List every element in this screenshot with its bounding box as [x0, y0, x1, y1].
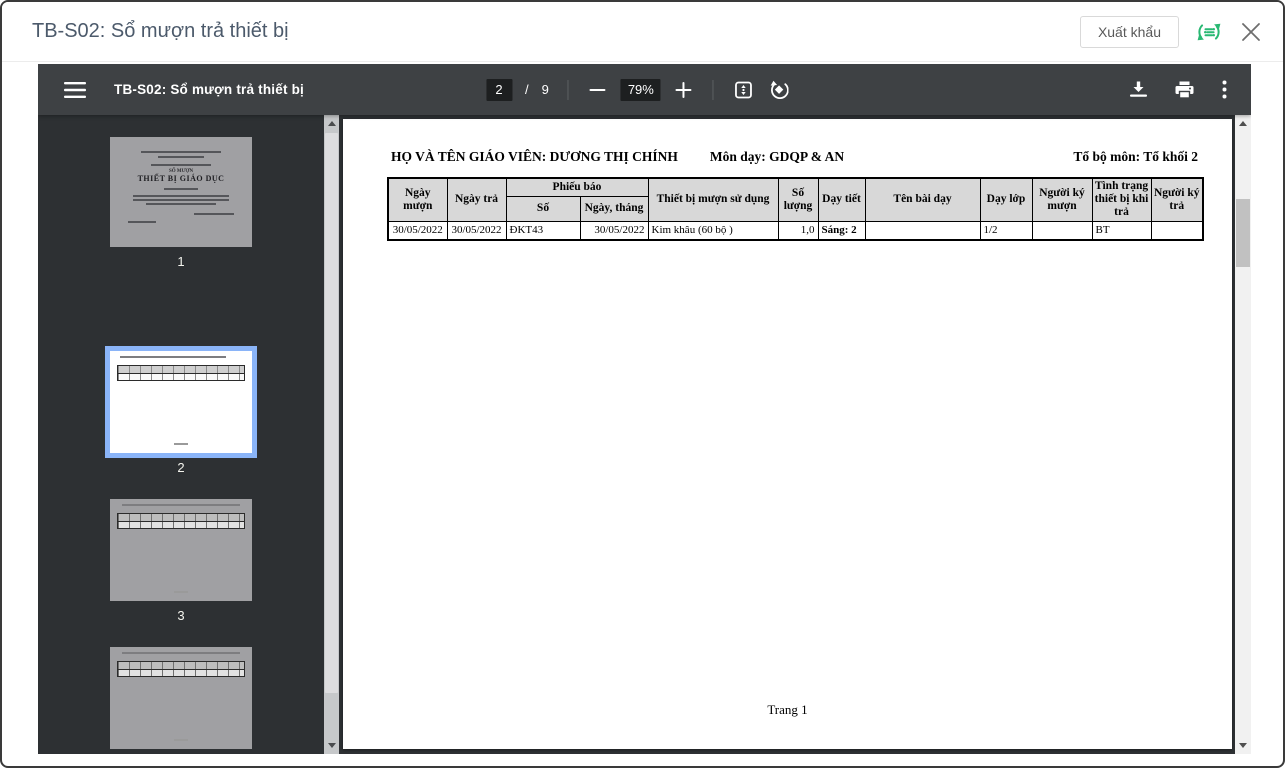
col-header: Dạy tiết [817, 177, 866, 222]
page-count: 9 [541, 82, 549, 97]
sync-export-icon[interactable] [1195, 18, 1223, 46]
teacher-name-text: HỌ VÀ TÊN GIÁO VIÊN: DƯƠNG THỊ CHÍNH [391, 149, 678, 164]
group-header: Phiếu báo [505, 177, 649, 197]
col-header: Người ký mượn [1031, 177, 1093, 222]
fit-to-page-icon[interactable] [733, 79, 755, 101]
col-header: Số lượng [777, 177, 819, 222]
col-header: Dạy lớp [979, 177, 1033, 222]
cell-tinh-trang: BT [1091, 220, 1152, 241]
scroll-down-arrow-icon[interactable] [324, 737, 339, 754]
col-header: Ngày trả [446, 177, 507, 222]
rotate-ccw-icon[interactable] [768, 78, 791, 101]
document-header: HỌ VÀ TÊN GIÁO VIÊN: DƯƠNG THỊ CHÍNH Môn… [391, 149, 1198, 165]
thumbnail-page-4[interactable]: 4 [110, 647, 252, 754]
page-input[interactable]: 2 [485, 78, 512, 101]
col-header: Tình trạng thiết bị khi trả [1091, 177, 1152, 222]
thumbnail-page-3[interactable]: 3 [110, 499, 252, 623]
thumbnail-image-2 [105, 346, 257, 458]
download-icon[interactable] [1128, 79, 1149, 100]
thumbnail-image-4 [110, 647, 252, 749]
pdf-page-2: HỌ VÀ TÊN GIÁO VIÊN: DƯƠNG THỊ CHÍNH Môn… [343, 119, 1232, 749]
thumbnail-label: 2 [177, 460, 185, 475]
sidebar-scrollbar[interactable] [324, 115, 339, 754]
dialog-window: TB-S02: Sổ mượn trả thiết bị Xuất khẩu T… [0, 0, 1285, 768]
thumbnail-label: 3 [177, 608, 185, 623]
zoom-in-icon[interactable] [674, 80, 694, 100]
cell-ngay-tra: 30/05/2022 [446, 220, 507, 241]
print-icon[interactable] [1173, 79, 1196, 101]
thumbnail-page-2[interactable]: 2 [105, 346, 257, 475]
col-header: Người ký trả [1150, 177, 1204, 222]
page-separator: / [524, 82, 529, 97]
toolbar-divider [567, 79, 569, 100]
main-scrollbar-thumb[interactable] [1236, 199, 1250, 267]
page-footer-text: Trang 1 [767, 702, 808, 717]
col-header: Số [505, 195, 581, 222]
scroll-up-arrow-icon[interactable] [1235, 115, 1251, 132]
subject-text: Môn dạy: GDQP & AN [709, 149, 845, 164]
dialog-header: TB-S02: Sổ mượn trả thiết bị Xuất khẩu [2, 2, 1283, 62]
sidebar-scrollbar-thumb[interactable] [325, 133, 338, 693]
col-header: Thiết bị mượn sử dụng [647, 177, 779, 222]
export-button-label: Xuất khẩu [1097, 24, 1161, 40]
kebab-menu-icon[interactable] [1220, 78, 1229, 101]
cell-ngay-thang: 30/05/2022 [579, 220, 649, 241]
cell-nguoi-ky-muon [1031, 220, 1093, 241]
thumbnail-image-3 [110, 499, 252, 601]
thumbnail-label: 1 [177, 254, 185, 269]
export-button[interactable]: Xuất khẩu [1079, 16, 1179, 48]
thumbnail-image-1: SỔ MƯỢN THIẾT BỊ GIÁO DỤC [110, 137, 252, 247]
pdf-page-area: HỌ VÀ TÊN GIÁO VIÊN: DƯƠNG THỊ CHÍNH Môn… [339, 115, 1235, 754]
table-row: 30/05/2022 30/05/2022 ĐKT43 30/05/2022 K… [387, 220, 1204, 241]
col-header: Ngày mượn [387, 177, 448, 222]
thumbnail-page-1[interactable]: SỔ MƯỢN THIẾT BỊ GIÁO DỤC 1 [110, 137, 252, 269]
toolbar-divider [712, 79, 714, 100]
group-text: Tổ bộ môn: Tổ khối 2 [1073, 149, 1198, 164]
cell-day-lop: 1/2 [979, 220, 1033, 241]
cell-so-luong: 1,0 [777, 220, 819, 241]
cell-ngay-muon: 30/05/2022 [387, 220, 448, 241]
dialog-title: TB-S02: Sổ mượn trả thiết bị [32, 20, 289, 42]
col-header: Ngày, tháng [579, 195, 649, 222]
hamburger-menu-icon[interactable] [62, 79, 88, 101]
zoom-out-icon[interactable] [588, 80, 608, 100]
pdf-doc-title: TB-S02: Sổ mượn trả thiết bị [114, 82, 304, 97]
cell-ten-bai-day [864, 220, 981, 241]
main-scrollbar[interactable] [1235, 115, 1251, 754]
zoom-level-value[interactable]: 79% [620, 78, 661, 101]
cell-thiet-bi: Kim khâu (60 bộ ) [647, 220, 779, 241]
col-header: Tên bài dạy [864, 177, 981, 222]
scroll-down-arrow-icon[interactable] [1235, 737, 1251, 754]
borrow-return-table: Ngày mượn Ngày trả Phiếu báo Thiết bị mư… [387, 177, 1204, 241]
cell-day-tiet: Sáng: 2 [817, 220, 866, 241]
pdf-viewer: TB-S02: Sổ mượn trả thiết bị 2 / 9 79% S… [38, 64, 1251, 754]
close-icon[interactable] [1239, 20, 1263, 44]
cell-nguoi-ky-tra [1150, 220, 1204, 241]
cell-so-phieu: ĐKT43 [505, 220, 581, 241]
thumbnail-sidebar: SỔ MƯỢN THIẾT BỊ GIÁO DỤC 1 2 3 [38, 115, 324, 754]
scroll-up-arrow-icon[interactable] [324, 115, 339, 132]
pdf-toolbar: TB-S02: Sổ mượn trả thiết bị 2 / 9 79% [38, 64, 1251, 115]
